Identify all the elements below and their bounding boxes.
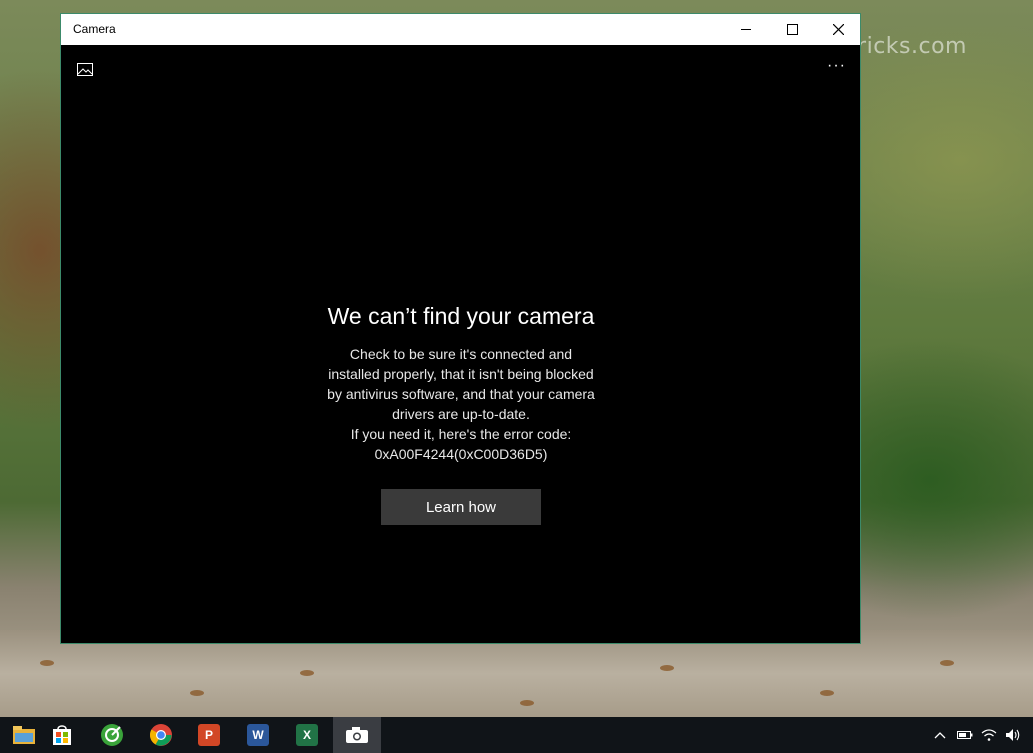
wallpaper-leaf xyxy=(660,665,674,671)
app-green-icon xyxy=(101,724,123,746)
powerpoint-icon: P xyxy=(198,724,220,746)
taskbar-excel[interactable]: X xyxy=(283,717,331,753)
excel-icon: X xyxy=(296,724,318,746)
taskbar-app-green[interactable] xyxy=(88,717,136,753)
file-explorer-icon xyxy=(13,726,35,744)
error-line: by antivirus software, and that your cam… xyxy=(327,386,595,402)
camera-window: Camera ··· We can’t find your camera Che… xyxy=(60,13,861,644)
error-line: installed properly, that it isn't being … xyxy=(328,366,594,382)
close-icon xyxy=(832,24,844,35)
wallpaper-leaf xyxy=(820,690,834,696)
store-icon xyxy=(53,725,71,745)
camera-icon xyxy=(346,727,368,743)
wifi-icon[interactable] xyxy=(981,728,997,742)
chrome-icon xyxy=(150,724,172,746)
error-message: We can’t find your camera Check to be su… xyxy=(261,303,661,464)
learn-how-button[interactable]: Learn how xyxy=(381,489,541,525)
more-options-button[interactable]: ··· xyxy=(827,57,846,75)
system-tray xyxy=(933,717,1021,753)
gallery-icon xyxy=(77,63,93,76)
wallpaper-leaf xyxy=(40,660,54,666)
error-title: We can’t find your camera xyxy=(327,303,595,329)
error-line: drivers are up-to-date. xyxy=(392,406,530,422)
taskbar-chrome[interactable] xyxy=(137,717,185,753)
taskbar-powerpoint[interactable]: P xyxy=(185,717,233,753)
error-line: Check to be sure it's connected and xyxy=(349,346,573,362)
wallpaper-leaf xyxy=(940,660,954,666)
taskbar: P W X xyxy=(0,717,1033,753)
title-bar[interactable]: Camera xyxy=(61,14,860,45)
error-code: 0xA00F4244(0xC00D36D5) xyxy=(374,446,548,462)
camera-view: ··· We can’t find your camera Check to b… xyxy=(61,45,860,643)
taskbar-camera[interactable] xyxy=(333,717,381,753)
word-icon: W xyxy=(247,724,269,746)
minimize-button[interactable] xyxy=(723,14,769,45)
minimize-icon xyxy=(741,29,751,30)
window-title: Camera xyxy=(73,22,116,36)
close-button[interactable] xyxy=(815,14,861,45)
wallpaper-leaf xyxy=(190,690,204,696)
chevron-up-icon[interactable] xyxy=(933,730,947,740)
volume-icon[interactable] xyxy=(1005,728,1021,742)
more-options-icon: ··· xyxy=(827,57,846,74)
maximize-icon xyxy=(786,24,798,35)
maximize-button[interactable] xyxy=(769,14,815,45)
taskbar-store[interactable] xyxy=(38,717,86,753)
wallpaper-leaf xyxy=(520,700,534,706)
gallery-button[interactable] xyxy=(77,63,93,81)
error-line: If you need it, here's the error code: xyxy=(350,426,572,442)
taskbar-word[interactable]: W xyxy=(234,717,282,753)
wallpaper-leaf xyxy=(300,670,314,676)
battery-icon[interactable] xyxy=(957,730,973,740)
